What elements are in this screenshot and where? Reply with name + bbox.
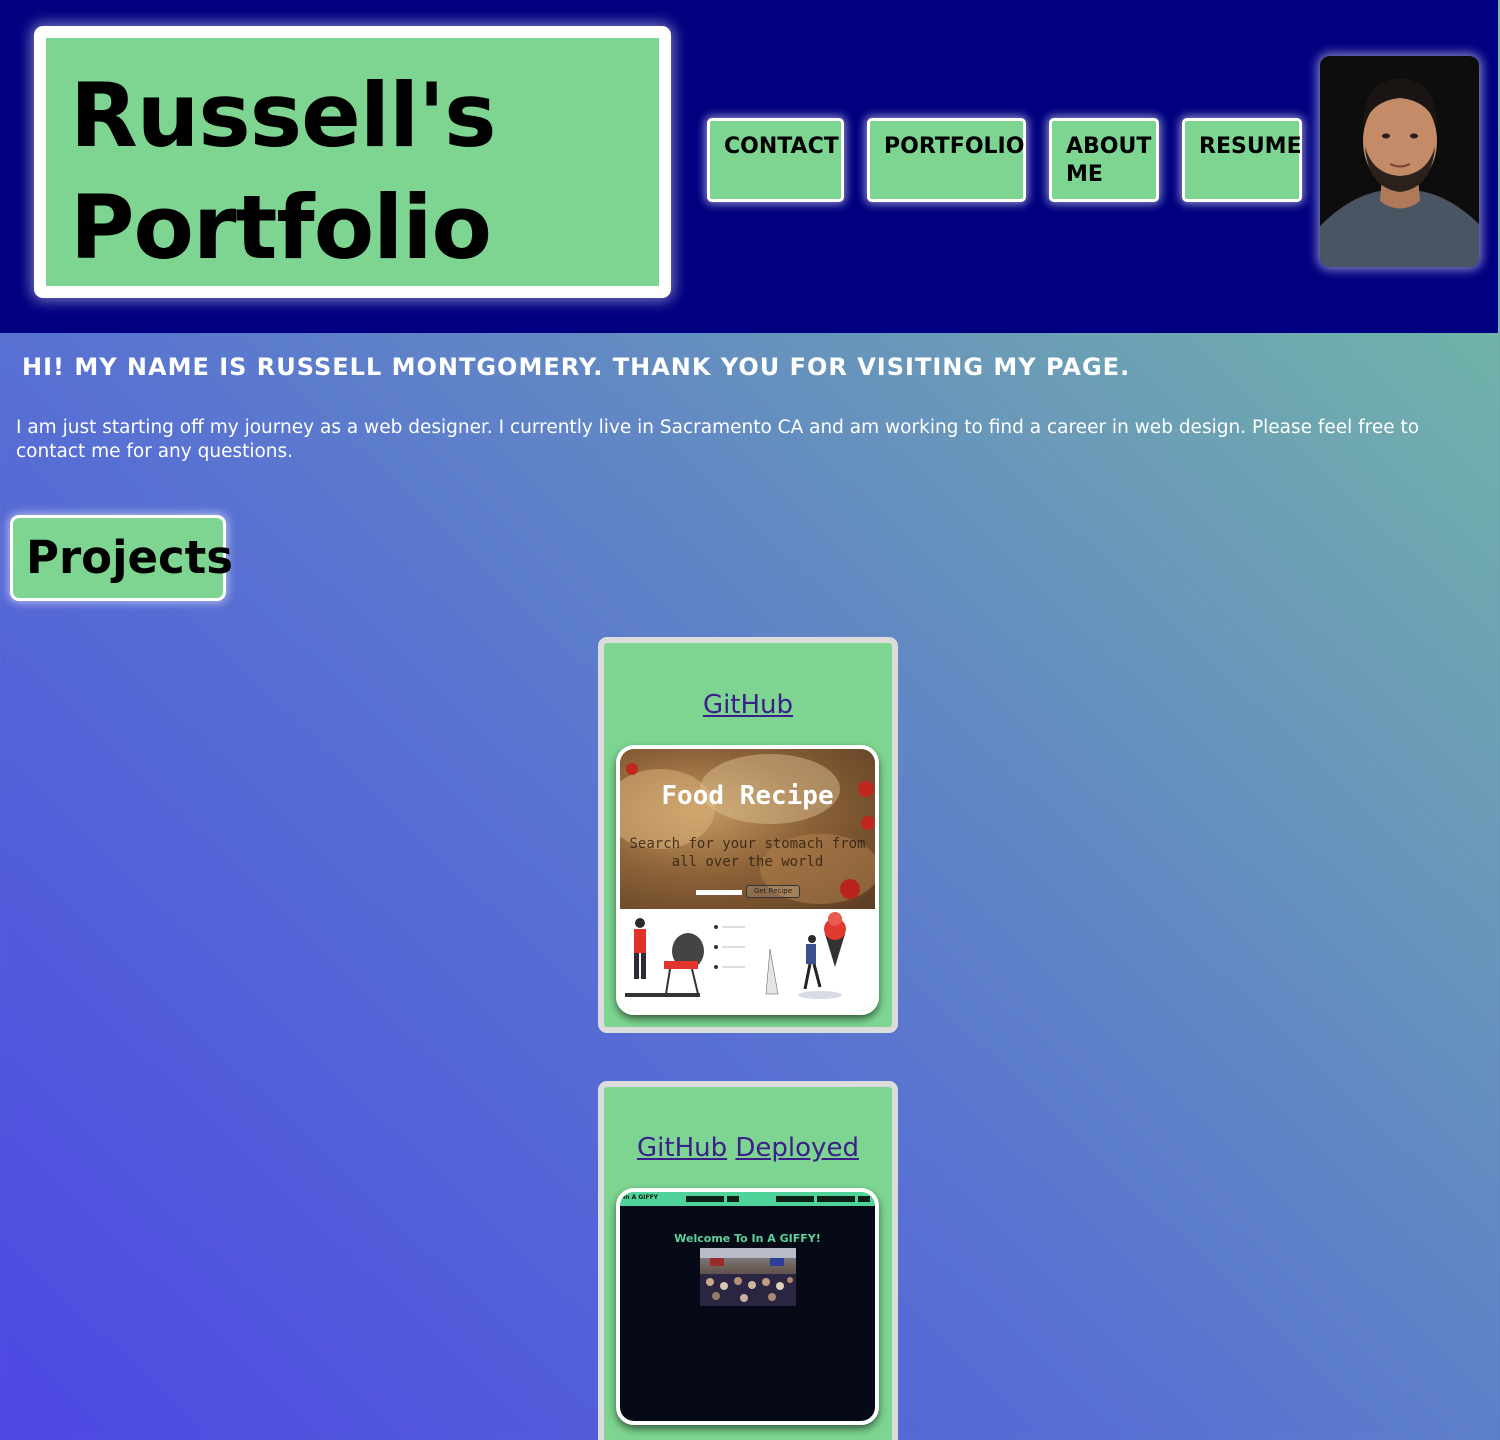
giffy-nav-controls-icon — [686, 1196, 870, 1202]
giffy-welcome-text: Welcome To In A GIFFY! — [674, 1232, 821, 1245]
greeting-heading: HI! MY NAME IS RUSSELL MONTGOMERY. THANK… — [22, 353, 1131, 381]
recipe-search-input — [696, 890, 742, 895]
food-hero-image: Food Recipe Search for your stomach from… — [620, 749, 875, 909]
cooking-illustration-icon — [625, 912, 846, 999]
site-header: Russell's Portfolio CONTACT PORTFOLIO AB… — [0, 0, 1498, 333]
projects-heading-box: Projects — [10, 515, 233, 601]
projects-heading: Projects — [26, 531, 234, 584]
nav-about-button[interactable]: ABOUT ME — [1049, 118, 1159, 202]
title-box: Russell's Portfolio — [34, 26, 671, 298]
get-recipe-button: Get Recipe — [746, 885, 800, 898]
giffy-page: Welcome To In A GIFFY! — [620, 1206, 875, 1421]
project-screenshot[interactable]: Food Recipe Search for your stomach from… — [616, 745, 879, 1015]
deployed-link[interactable]: Deployed — [735, 1133, 859, 1163]
project-screenshot[interactable]: In A GIFFY Welcome To In A GIFFY! — [616, 1188, 879, 1425]
profile-photo — [1320, 56, 1479, 267]
nav-portfolio-button[interactable]: PORTFOLIO — [867, 118, 1026, 202]
project-links: GitHub — [604, 689, 892, 721]
giffy-navbar: In A GIFFY — [620, 1192, 875, 1206]
project-card: GitHub Food Recipe Search for your stoma… — [598, 637, 898, 1033]
nav-resume-button[interactable]: RESUME — [1182, 118, 1302, 202]
project-links: GitHub Deployed — [604, 1132, 892, 1164]
profile-photo-icon — [1320, 56, 1479, 267]
github-link[interactable]: GitHub — [703, 690, 793, 720]
site-title: Russell's Portfolio — [70, 64, 497, 279]
github-link[interactable]: GitHub — [637, 1133, 727, 1163]
intro-paragraph: I am just starting off my journey as a w… — [16, 417, 1420, 462]
giffy-gif-image — [700, 1248, 796, 1306]
food-recipe-subtitle: Search for your stomach from all over th… — [629, 836, 866, 870]
nav-contact-button[interactable]: CONTACT — [707, 118, 844, 202]
crowd-image-icon — [700, 1248, 796, 1306]
project-card: GitHub Deployed In A GIFFY Welcome To In… — [598, 1081, 898, 1440]
food-illustration — [620, 909, 875, 1011]
food-recipe-title: Food Recipe — [661, 781, 834, 811]
